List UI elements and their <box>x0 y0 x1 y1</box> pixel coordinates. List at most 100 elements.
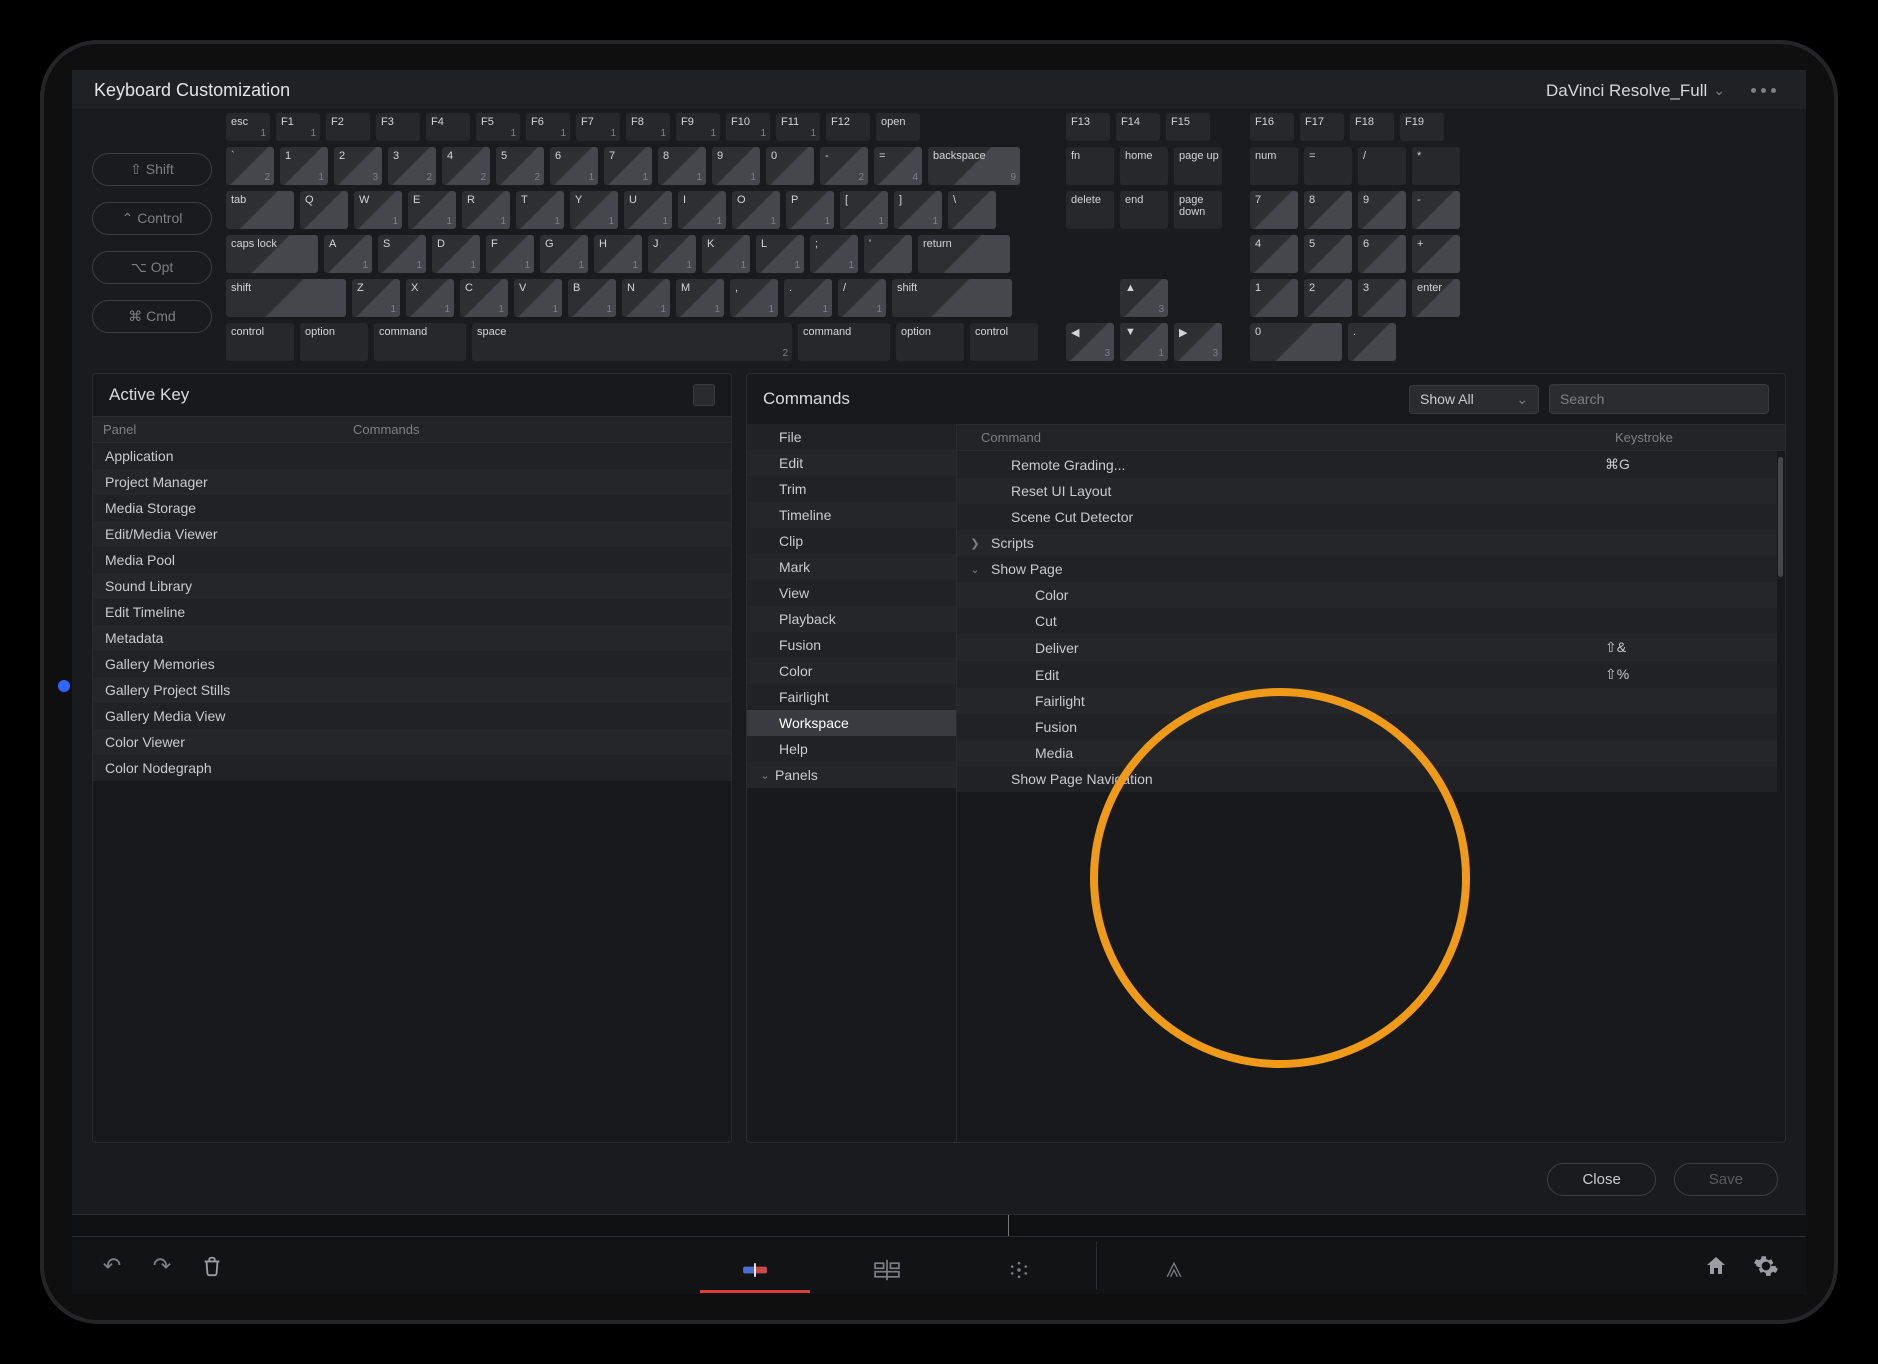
key-f13[interactable]: F13 <box>1066 113 1110 141</box>
key-l[interactable]: L1 <box>756 235 804 273</box>
key-option[interactable]: option <box>300 323 368 361</box>
key-,[interactable]: ,1 <box>730 279 778 317</box>
mod-opt[interactable]: ⌥ Opt <box>92 251 212 284</box>
panel-row[interactable]: Media Storage <box>93 495 731 521</box>
key-8[interactable]: 8 <box>1304 191 1352 229</box>
key-f4[interactable]: F4 <box>426 113 470 141</box>
key-enter[interactable]: enter <box>1412 279 1460 317</box>
panel-row[interactable]: Color Viewer <box>93 729 731 755</box>
tab-fusion[interactable] <box>964 1251 1074 1293</box>
key-n[interactable]: N1 <box>622 279 670 317</box>
command-row[interactable]: Remote Grading...⌘G <box>957 451 1777 478</box>
key-control[interactable]: control <box>970 323 1038 361</box>
key-;[interactable]: ;1 <box>810 235 858 273</box>
key-f5[interactable]: F51 <box>476 113 520 141</box>
key-8[interactable]: 81 <box>658 147 706 185</box>
key-a[interactable]: A1 <box>324 235 372 273</box>
key-e[interactable]: E1 <box>408 191 456 229</box>
key-t[interactable]: T1 <box>516 191 564 229</box>
key-3[interactable]: 32 <box>388 147 436 185</box>
category-row[interactable]: Playback <box>747 606 956 632</box>
key-`[interactable]: `2 <box>226 147 274 185</box>
tab-cut[interactable] <box>700 1251 810 1293</box>
preset-dropdown[interactable]: DaVinci Resolve_Full ⌄ <box>1546 81 1725 101</box>
key-6[interactable]: 6 <box>1358 235 1406 273</box>
key-f12[interactable]: F12 <box>826 113 870 141</box>
panel-row[interactable]: Media Pool <box>93 547 731 573</box>
mod-cmd[interactable]: ⌘ Cmd <box>92 300 212 333</box>
key-option[interactable]: option <box>896 323 964 361</box>
panel-row[interactable]: Edit/Media Viewer <box>93 521 731 547</box>
key-end[interactable]: end <box>1120 191 1168 229</box>
key-f9[interactable]: F91 <box>676 113 720 141</box>
key-control[interactable]: control <box>226 323 294 361</box>
key-z[interactable]: Z1 <box>352 279 400 317</box>
key-f6[interactable]: F61 <box>526 113 570 141</box>
more-menu-button[interactable] <box>1743 82 1784 99</box>
key-space[interactable]: space2 <box>472 323 792 361</box>
detail-list[interactable]: Remote Grading...⌘GReset UI LayoutScene … <box>957 451 1777 1142</box>
key-0[interactable]: 0 <box>766 147 814 185</box>
key-0[interactable]: 0 <box>1250 323 1342 361</box>
key-r[interactable]: R1 <box>462 191 510 229</box>
key-7[interactable]: 7 <box>1250 191 1298 229</box>
gear-icon[interactable] <box>1752 1252 1780 1280</box>
command-row[interactable]: Color <box>957 582 1777 608</box>
panel-row[interactable]: Project Manager <box>93 469 731 495</box>
key-tab[interactable]: tab <box>226 191 294 229</box>
category-row[interactable]: Workspace <box>747 710 956 736</box>
key-v[interactable]: V1 <box>514 279 562 317</box>
key-y[interactable]: Y1 <box>570 191 618 229</box>
command-row[interactable]: Scene Cut Detector <box>957 504 1777 530</box>
command-row[interactable]: Cut <box>957 608 1777 634</box>
trash-icon[interactable] <box>198 1252 226 1280</box>
key-f1[interactable]: F11 <box>276 113 320 141</box>
key-m[interactable]: M1 <box>676 279 724 317</box>
key-o[interactable]: O1 <box>732 191 780 229</box>
key-num[interactable]: num <box>1250 147 1298 185</box>
key-f10[interactable]: F101 <box>726 113 770 141</box>
key--[interactable]: - <box>1412 191 1460 229</box>
command-row[interactable]: Show Page Navigation <box>957 766 1777 792</box>
key-esc[interactable]: esc1 <box>226 113 270 141</box>
command-row[interactable]: Reset UI Layout <box>957 478 1777 504</box>
key-p[interactable]: P1 <box>786 191 834 229</box>
panel-list[interactable]: ApplicationProject ManagerMedia StorageE… <box>93 443 731 1142</box>
key-4[interactable]: 42 <box>442 147 490 185</box>
panel-row[interactable]: Gallery Project Stills <box>93 677 731 703</box>
category-row[interactable]: Timeline <box>747 502 956 528</box>
command-row[interactable]: Edit⇧% <box>957 661 1777 688</box>
save-button[interactable]: Save <box>1674 1163 1778 1196</box>
key-4[interactable]: 4 <box>1250 235 1298 273</box>
category-row[interactable]: Fusion <box>747 632 956 658</box>
key-f14[interactable]: F14 <box>1116 113 1160 141</box>
command-row[interactable]: Fusion <box>957 714 1777 740</box>
key-f11[interactable]: F111 <box>776 113 820 141</box>
category-row[interactable]: Clip <box>747 528 956 554</box>
category-list[interactable]: FileEditTrimTimelineClipMarkViewPlayback… <box>747 424 956 788</box>
key-9[interactable]: 9 <box>1358 191 1406 229</box>
search-input[interactable]: Search <box>1549 384 1769 414</box>
key-return[interactable]: return <box>918 235 1010 273</box>
key-command[interactable]: command <box>374 323 466 361</box>
filter-dropdown[interactable]: Show All ⌄ <box>1409 385 1539 414</box>
key-h[interactable]: H1 <box>594 235 642 273</box>
key-f15[interactable]: F15 <box>1166 113 1210 141</box>
category-row[interactable]: Fairlight <box>747 684 956 710</box>
key-7[interactable]: 71 <box>604 147 652 185</box>
command-row[interactable]: ⌄Show Page <box>957 556 1777 582</box>
redo-icon[interactable]: ↷ <box>148 1252 176 1280</box>
key-page-down[interactable]: page down <box>1174 191 1222 229</box>
key-b[interactable]: B1 <box>568 279 616 317</box>
category-row[interactable]: Help <box>747 736 956 762</box>
command-row[interactable]: Fairlight <box>957 688 1777 714</box>
command-row[interactable]: Media <box>957 740 1777 766</box>
category-row[interactable]: Edit <box>747 450 956 476</box>
key-shift[interactable]: shift <box>226 279 346 317</box>
key-delete[interactable]: delete <box>1066 191 1114 229</box>
key-page-up[interactable]: page up <box>1174 147 1222 185</box>
key-shift[interactable]: shift <box>892 279 1012 317</box>
key-f16[interactable]: F16 <box>1250 113 1294 141</box>
key-c[interactable]: C1 <box>460 279 508 317</box>
key-j[interactable]: J1 <box>648 235 696 273</box>
